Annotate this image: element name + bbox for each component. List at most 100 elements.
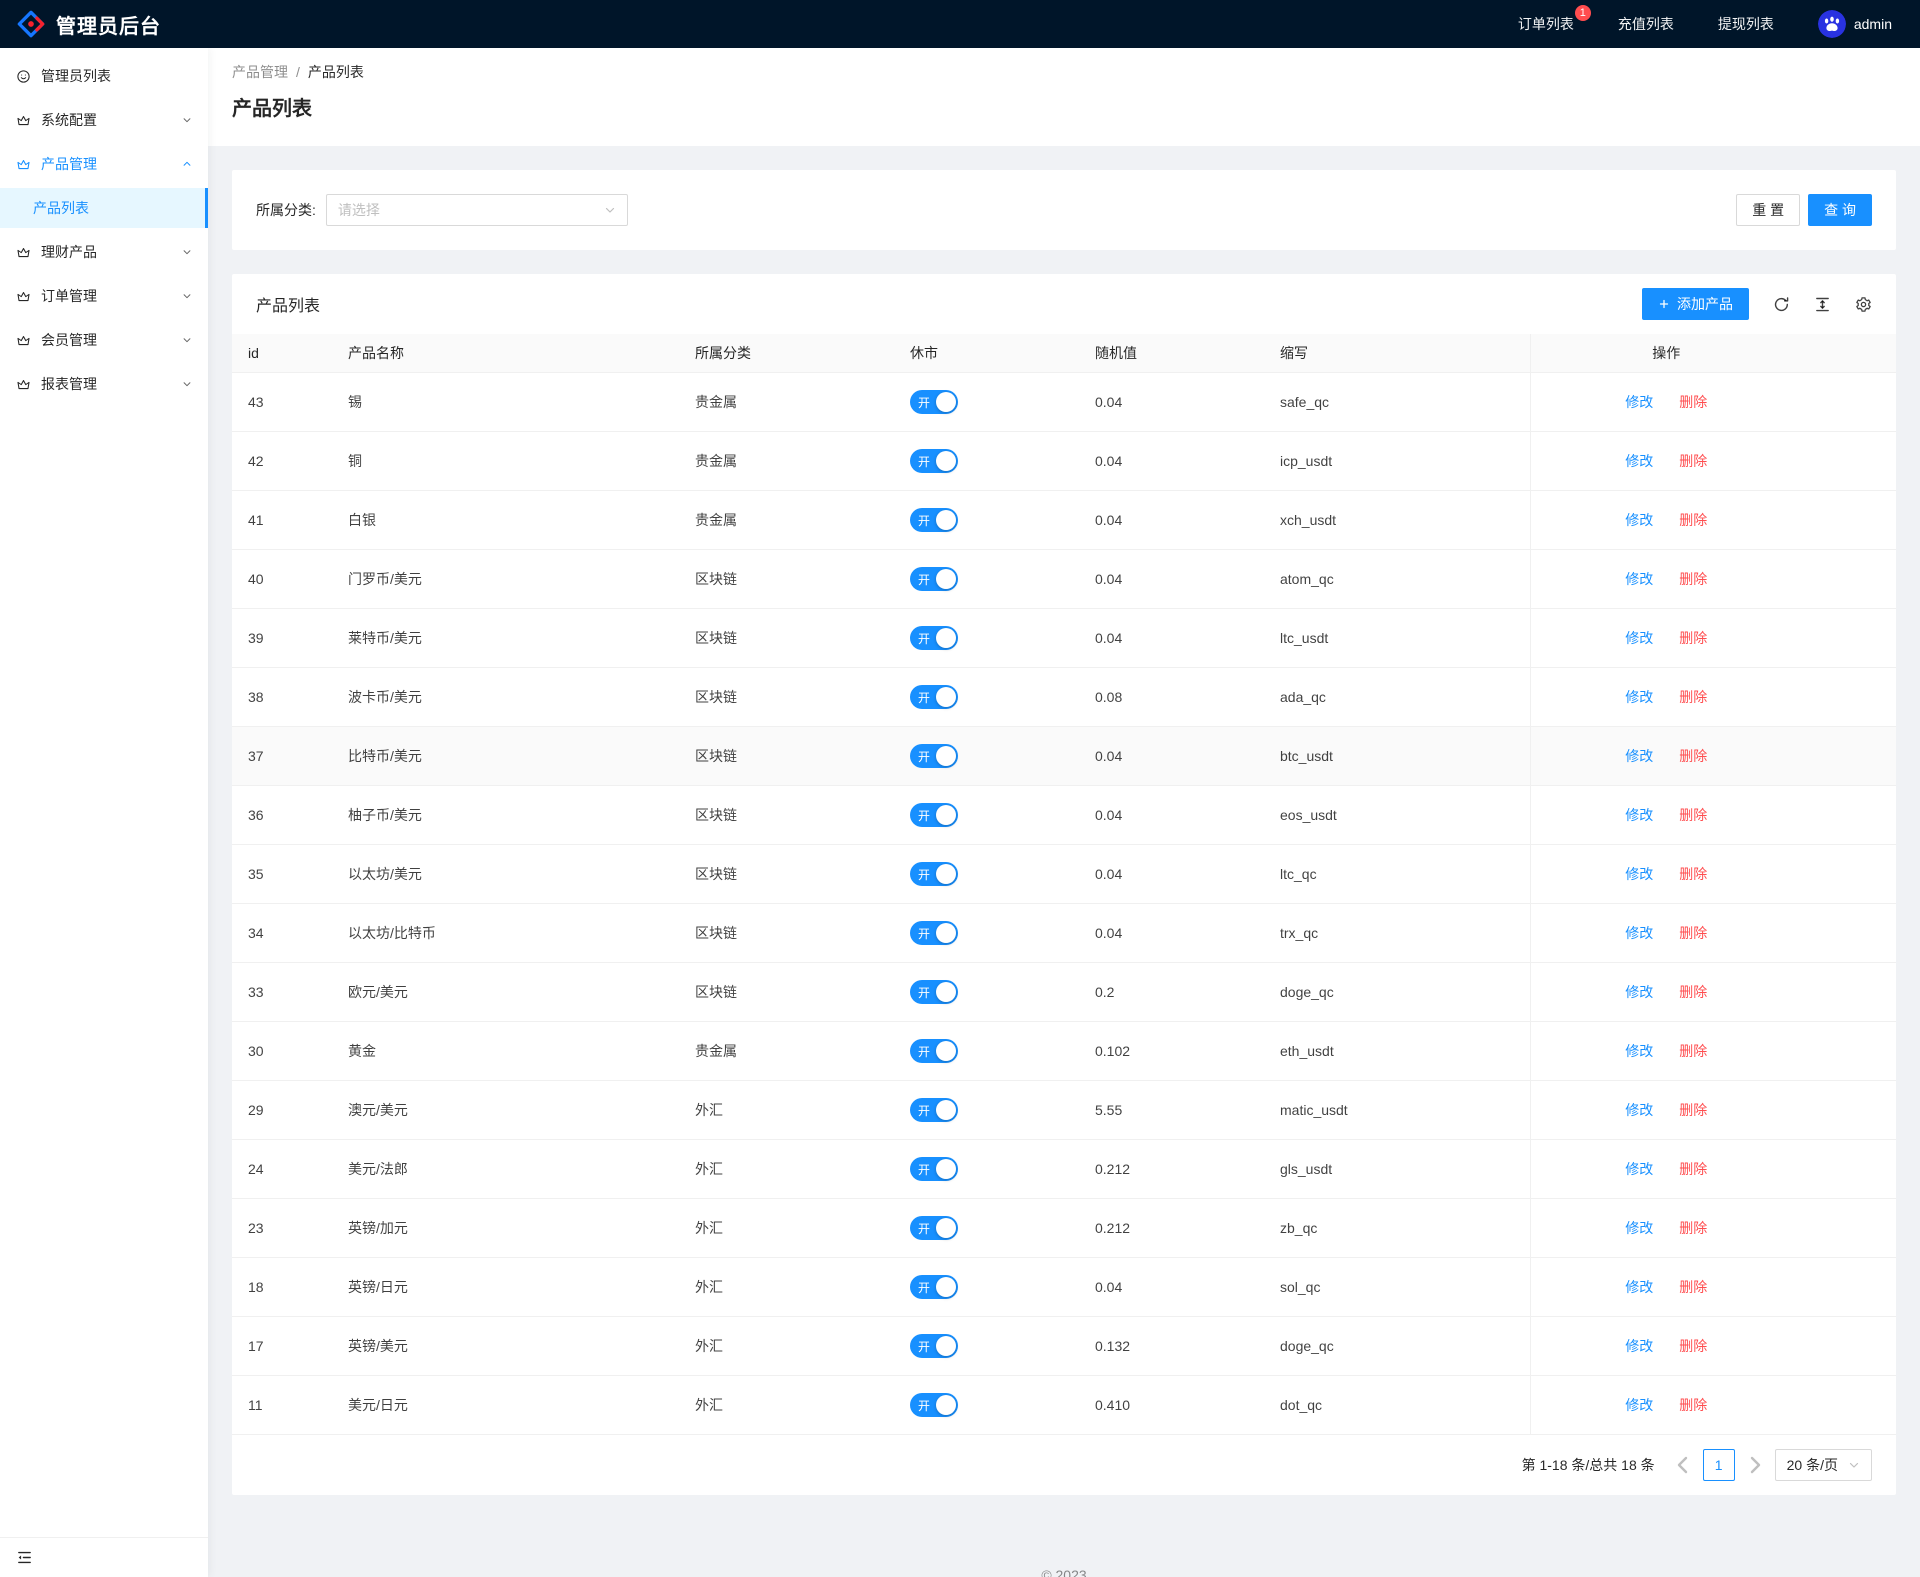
user-menu[interactable]: admin	[1817, 10, 1892, 38]
market-toggle[interactable]: 开	[910, 921, 958, 945]
topnav-withdraw-list[interactable]: 提现列表	[1718, 14, 1774, 34]
cell-id: 11	[232, 1375, 332, 1435]
delete-link[interactable]: 删除	[1679, 807, 1707, 823]
setting-icon[interactable]	[1855, 296, 1872, 313]
edit-link[interactable]: 修改	[1625, 807, 1653, 823]
breadcrumb-parent[interactable]: 产品管理	[232, 62, 288, 82]
cell-product-name: 美元/日元	[332, 1375, 679, 1435]
reload-icon[interactable]	[1773, 296, 1790, 313]
edit-link[interactable]: 修改	[1625, 512, 1653, 528]
delete-link[interactable]: 删除	[1679, 984, 1707, 1000]
filter-card: 所属分类: 请选择 重 置 查 询	[232, 170, 1896, 250]
market-toggle[interactable]: 开	[910, 685, 958, 709]
page-title: 产品列表	[232, 98, 312, 120]
edit-link[interactable]: 修改	[1625, 689, 1653, 705]
sidebar-item-product-list[interactable]: 产品列表	[0, 188, 208, 228]
cell-category: 区块链	[679, 844, 894, 904]
delete-link[interactable]: 删除	[1679, 1338, 1707, 1354]
sidebar-item-label: 产品列表	[33, 200, 89, 216]
delete-link[interactable]: 删除	[1679, 512, 1707, 528]
delete-link[interactable]: 删除	[1679, 571, 1707, 587]
next-page-icon[interactable]	[1743, 1453, 1767, 1477]
delete-link[interactable]: 删除	[1679, 1161, 1707, 1177]
market-toggle[interactable]: 开	[910, 1216, 958, 1240]
menu-fold-icon[interactable]	[16, 1549, 33, 1566]
cell-category: 区块链	[679, 903, 894, 963]
page-size-select[interactable]: 20 条/页	[1774, 1449, 1872, 1481]
market-toggle[interactable]: 开	[910, 744, 958, 768]
market-toggle[interactable]: 开	[910, 1393, 958, 1417]
sidebar-item-label: 系统配置	[41, 112, 97, 128]
cell-category: 贵金属	[679, 490, 894, 550]
reset-button[interactable]: 重 置	[1736, 194, 1801, 226]
sidebar-item-admin-list[interactable]: 管理员列表	[0, 56, 208, 96]
cell-actions: 修改 删除	[1529, 1021, 1896, 1081]
market-toggle[interactable]: 开	[910, 862, 958, 886]
market-toggle[interactable]: 开	[910, 567, 958, 591]
add-product-button[interactable]: 添加产品	[1642, 288, 1749, 320]
table-row: 40 门罗币/美元 区块链 开 0.04 atom_qc 修改 删除	[232, 549, 1896, 609]
market-toggle[interactable]: 开	[910, 980, 958, 1004]
sidebar-item-finance-products[interactable]: 理财产品	[0, 232, 208, 272]
market-toggle[interactable]: 开	[910, 1157, 958, 1181]
sidebar-item-member-management[interactable]: 会员管理	[0, 320, 208, 360]
delete-link[interactable]: 删除	[1679, 1102, 1707, 1118]
market-toggle[interactable]: 开	[910, 390, 958, 414]
delete-link[interactable]: 删除	[1679, 925, 1707, 941]
market-toggle[interactable]: 开	[910, 626, 958, 650]
edit-link[interactable]: 修改	[1625, 394, 1653, 410]
brand: 管理员后台	[16, 9, 161, 39]
delete-link[interactable]: 删除	[1679, 1397, 1707, 1413]
market-toggle[interactable]: 开	[910, 1098, 958, 1122]
delete-link[interactable]: 删除	[1679, 1043, 1707, 1059]
cell-abbr: doge_qc	[1264, 1316, 1530, 1376]
market-toggle[interactable]: 开	[910, 449, 958, 473]
edit-link[interactable]: 修改	[1625, 1338, 1653, 1354]
delete-link[interactable]: 删除	[1679, 689, 1707, 705]
market-toggle[interactable]: 开	[910, 508, 958, 532]
edit-link[interactable]: 修改	[1625, 1279, 1653, 1295]
sidebar-item-product-management[interactable]: 产品管理	[0, 144, 208, 184]
edit-link[interactable]: 修改	[1625, 1161, 1653, 1177]
smile-icon	[16, 69, 31, 84]
page-number-1[interactable]: 1	[1702, 1449, 1735, 1481]
edit-link[interactable]: 修改	[1625, 453, 1653, 469]
column-height-icon[interactable]	[1814, 296, 1831, 313]
market-toggle[interactable]: 开	[910, 1039, 958, 1063]
cell-abbr: atom_qc	[1264, 549, 1530, 609]
edit-link[interactable]: 修改	[1625, 866, 1653, 882]
sidebar-item-system-config[interactable]: 系统配置	[0, 100, 208, 140]
edit-link[interactable]: 修改	[1625, 1043, 1653, 1059]
sidebar-item-order-management[interactable]: 订单管理	[0, 276, 208, 316]
cell-product-name: 英镑/美元	[332, 1316, 679, 1376]
topnav-order-list[interactable]: 订单列表 1	[1518, 5, 1591, 34]
edit-link[interactable]: 修改	[1625, 1220, 1653, 1236]
query-button[interactable]: 查 询	[1808, 194, 1872, 226]
edit-link[interactable]: 修改	[1625, 571, 1653, 587]
edit-link[interactable]: 修改	[1625, 1397, 1653, 1413]
delete-link[interactable]: 删除	[1679, 630, 1707, 646]
market-toggle[interactable]: 开	[910, 803, 958, 827]
switch-on-label: 开	[918, 1103, 931, 1118]
delete-link[interactable]: 删除	[1679, 748, 1707, 764]
delete-link[interactable]: 删除	[1679, 394, 1707, 410]
edit-link[interactable]: 修改	[1625, 748, 1653, 764]
sidebar-item-report-management[interactable]: 报表管理	[0, 364, 208, 404]
edit-link[interactable]: 修改	[1625, 984, 1653, 1000]
chevron-down-icon	[604, 204, 616, 216]
delete-link[interactable]: 删除	[1679, 866, 1707, 882]
cell-id: 34	[232, 903, 332, 963]
edit-link[interactable]: 修改	[1625, 1102, 1653, 1118]
topnav-recharge-list[interactable]: 充值列表	[1618, 14, 1674, 34]
market-toggle[interactable]: 开	[910, 1275, 958, 1299]
cell-market-switch: 开	[894, 490, 1079, 550]
delete-link[interactable]: 删除	[1679, 1279, 1707, 1295]
prev-page-icon[interactable]	[1671, 1453, 1695, 1477]
edit-link[interactable]: 修改	[1625, 630, 1653, 646]
edit-link[interactable]: 修改	[1625, 925, 1653, 941]
category-select[interactable]: 请选择	[325, 194, 628, 226]
cell-id: 40	[232, 549, 332, 609]
market-toggle[interactable]: 开	[910, 1334, 958, 1358]
delete-link[interactable]: 删除	[1679, 453, 1707, 469]
delete-link[interactable]: 删除	[1679, 1220, 1707, 1236]
